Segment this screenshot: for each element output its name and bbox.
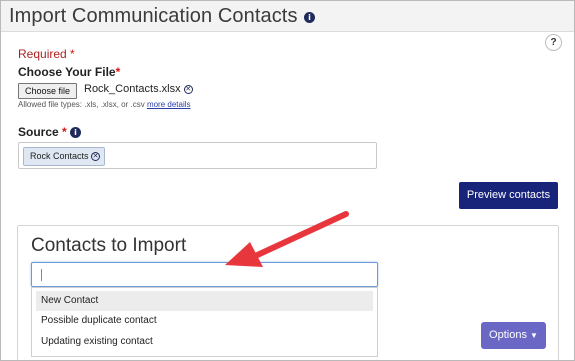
source-required-star: * xyxy=(62,125,67,139)
more-details-link[interactable]: more details xyxy=(147,100,191,109)
dropdown-option-new-contact[interactable]: New Contact xyxy=(36,291,373,311)
source-label: Source * i xyxy=(18,125,82,139)
selected-file: Rock_Contacts.xlsx ✕ xyxy=(84,83,193,95)
remove-file-icon[interactable]: ✕ xyxy=(183,84,193,94)
source-chip: Rock Contacts ✕ xyxy=(23,147,106,166)
contact-type-search-input[interactable] xyxy=(31,262,378,287)
options-button[interactable]: Options ▼ xyxy=(481,322,546,349)
file-label-text: Choose Your File xyxy=(18,65,116,79)
panel-title: Contacts to Import xyxy=(31,235,187,256)
page-title: Import Communication Contacts xyxy=(9,5,298,27)
allowed-types-text: Allowed file types: .xls, .xlsx, or .csv xyxy=(18,100,145,109)
remove-source-icon[interactable]: ✕ xyxy=(91,152,101,162)
info-icon[interactable]: i xyxy=(304,12,315,23)
source-chip-label: Rock Contacts xyxy=(30,151,89,161)
source-info-icon[interactable]: i xyxy=(70,127,82,139)
page-header: Import Communication Contacts i xyxy=(1,1,574,32)
preview-contacts-button[interactable]: Preview contacts xyxy=(459,182,558,209)
import-page: Import Communication Contacts i ? Requir… xyxy=(0,0,575,361)
options-label: Options xyxy=(489,329,527,341)
contact-type-dropdown: New Contact Possible duplicate contact U… xyxy=(31,287,378,357)
chevron-down-icon: ▼ xyxy=(530,331,538,340)
dropdown-option-updating-existing[interactable]: Updating existing contact xyxy=(36,332,373,352)
source-label-text: Source xyxy=(18,125,59,139)
help-button[interactable]: ? xyxy=(545,34,562,51)
source-picker[interactable]: Rock Contacts ✕ xyxy=(18,142,377,169)
file-required-star: * xyxy=(115,65,121,79)
file-hint: Allowed file types: .xls, .xlsx, or .csv… xyxy=(18,100,191,109)
dropdown-option-possible-duplicate[interactable]: Possible duplicate contact xyxy=(36,311,373,331)
file-name: Rock_Contacts.xlsx xyxy=(84,83,181,95)
required-star: * xyxy=(70,47,75,61)
text-caret xyxy=(41,269,42,281)
required-note: Required * xyxy=(18,47,75,61)
file-label: Choose Your File* xyxy=(18,65,120,79)
choose-file-button[interactable]: Choose file xyxy=(18,83,77,99)
required-label: Required xyxy=(18,47,67,61)
